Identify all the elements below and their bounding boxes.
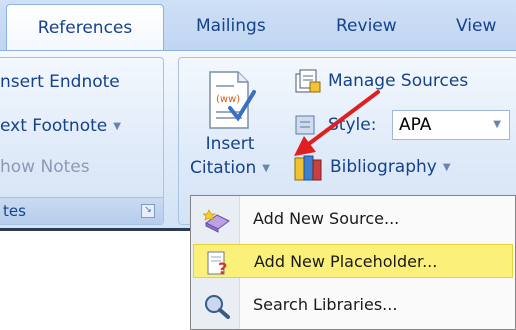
chevron-down-icon: ▼ [442,161,451,173]
style-icon [295,115,315,135]
svg-text:?: ? [218,259,227,276]
insert-citation-label: Citation [190,158,257,178]
next-footnote-label: ext Footnote [0,116,108,136]
insert-citation-button[interactable]: (ww) Insert Citation ▼ [184,60,276,188]
footnotes-group-footer: tes ↘ [0,197,163,224]
style-control: Style: [292,112,376,138]
next-footnote-button[interactable]: ext Footnote ▼ [0,116,121,136]
ribbon-tab-strip: References Mailings Review View [0,0,516,52]
style-value: APA [399,115,432,135]
chevron-down-icon: ▼ [493,119,501,130]
insert-endnote-label: nsert Endnote [0,72,120,92]
manage-sources-icon [295,69,321,93]
show-notes-label: how Notes [0,157,90,177]
tab-view[interactable]: View [456,16,496,36]
style-label: Style: [328,115,377,135]
show-notes-button: how Notes [0,157,90,177]
tab-references[interactable]: References [6,4,164,52]
placeholder-icon: ? [207,251,227,276]
tab-mailings[interactable]: Mailings [196,16,266,36]
menu-item-label: Search Libraries... [253,295,398,314]
insert-citation-label-line1: Insert [205,134,255,154]
footnotes-group-title: tes [3,202,26,220]
menu-item-label: Add New Placeholder... [254,252,438,271]
magnifier-icon [205,295,230,319]
menu-item-label: Add New Source... [253,209,400,228]
bibliography-dropdown-menu: Add New Source... ? Add New Placeholder.… [190,195,516,330]
manage-sources-button[interactable]: Manage Sources [292,68,468,94]
dialog-launcher-icon[interactable]: ↘ [141,204,155,218]
bibliography-label: Bibliography [330,157,437,177]
svg-text:(ww): (ww) [216,94,240,105]
bibliography-button[interactable]: Bibliography ▼ [292,152,451,182]
menu-item-add-new-source[interactable]: Add New Source... [193,202,513,236]
insert-citation-label-line2: Citation ▼ [184,158,276,178]
manage-sources-label: Manage Sources [328,71,469,91]
insert-citation-icon: (ww) [209,71,256,129]
menu-item-search-libraries[interactable]: Search Libraries... [193,288,513,322]
word-ribbon-screenshot: References Mailings Review View tes ↘ ns… [0,0,516,330]
style-dropdown[interactable]: APA ▼ [392,110,510,140]
tab-review[interactable]: Review [336,16,397,36]
chevron-down-icon: ▼ [262,163,270,174]
insert-endnote-button[interactable]: nsert Endnote [0,72,120,92]
chevron-down-icon: ▼ [113,121,121,132]
menu-item-add-new-placeholder[interactable]: ? Add New Placeholder... [193,244,513,278]
bibliography-icon [294,155,322,181]
book-add-icon [203,209,230,233]
